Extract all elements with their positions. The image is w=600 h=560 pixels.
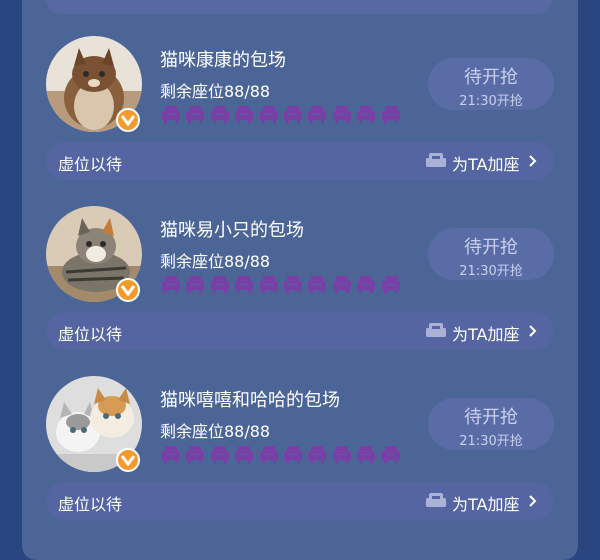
verified-v-icon [116,278,140,302]
seat-icon [357,446,376,463]
chevron-right-icon [529,155,537,167]
add-seat-bar: 虚位以待 为TA加座 [46,482,554,520]
seat-icon [357,276,376,293]
add-seat-label: 为TA加座 [452,495,520,514]
status-label: 待开抢 [464,407,518,428]
seat-icon [210,276,229,293]
seat-icon [308,106,327,123]
session-title: 猫咪嘻嘻和哈哈的包场 [160,390,340,411]
remaining-seats: 剩余座位88/88 [160,82,271,101]
seat-icon [259,446,278,463]
verified-v-icon [116,448,140,472]
seat-icon [381,446,400,463]
seat-icon [308,276,327,293]
seat-icon [162,446,180,463]
session-card: 猫咪嘻嘻和哈哈的包场 剩余座位88/88 待开抢 21:30开抢 虚位以待 为T… [0,376,600,546]
seat-icon [332,276,351,293]
status-time: 21:30开抢 [459,264,523,279]
waiting-label: 虚位以待 [58,495,123,514]
session-title: 猫咪康康的包场 [160,50,286,71]
session-card: 猫咪易小只的包场 剩余座位88/88 待开抢 21:30开抢 虚位以待 为TA加… [0,206,600,376]
seat-icon [210,446,229,463]
add-seat-bar: 虚位以待 为TA加座 [46,142,554,180]
add-seat-label: 为TA加座 [452,155,520,174]
add-seat-bar: 虚位以待 为TA加座 [46,312,554,350]
seat-icon [308,446,327,463]
chevron-right-icon [529,495,537,507]
grab-status-button[interactable]: 待开抢 21:30开抢 [428,228,554,280]
seat-icon [381,106,400,123]
session-title: 猫咪易小只的包场 [160,220,304,241]
remaining-seats: 剩余座位88/88 [160,252,271,271]
sofa-icon [426,493,446,507]
status-label: 待开抢 [464,237,518,258]
chevron-right-icon [529,325,537,337]
seat-icon [284,446,302,463]
status-label: 待开抢 [464,67,518,88]
seat-icon [235,276,254,293]
remaining-seats: 剩余座位88/88 [160,422,271,441]
seat-icon [162,276,180,293]
add-seat-label: 为TA加座 [452,325,520,344]
grab-status-button[interactable]: 待开抢 21:30开抢 [428,398,554,450]
seat-icon [235,446,254,463]
seat-icon [259,106,278,123]
seat-icon [357,106,376,123]
status-time: 21:30开抢 [459,434,523,449]
session-card: 猫咪康康的包场 剩余座位88/88 待开抢 21:30开抢 虚位以待 为TA加座 [0,36,600,206]
verified-v-icon [116,108,140,132]
seat-icon [210,106,229,123]
waiting-label: 虚位以待 [58,155,123,174]
seat-icon [332,446,351,463]
seat-icon [235,106,254,123]
grab-status-button[interactable]: 待开抢 21:30开抢 [428,58,554,110]
status-time: 21:30开抢 [459,94,523,109]
seat-icon [332,106,351,123]
seat-icon [284,276,302,293]
seat-icon [186,276,205,293]
seat-icon [381,276,400,293]
previous-card-bar[interactable] [46,0,552,14]
sofa-icon [426,153,446,167]
waiting-label: 虚位以待 [58,325,123,344]
seat-icon [284,106,302,123]
seat-icon [186,106,205,123]
seat-icon [259,276,278,293]
sofa-icon [426,323,446,337]
seat-icon [186,446,205,463]
seat-icon [162,106,180,123]
